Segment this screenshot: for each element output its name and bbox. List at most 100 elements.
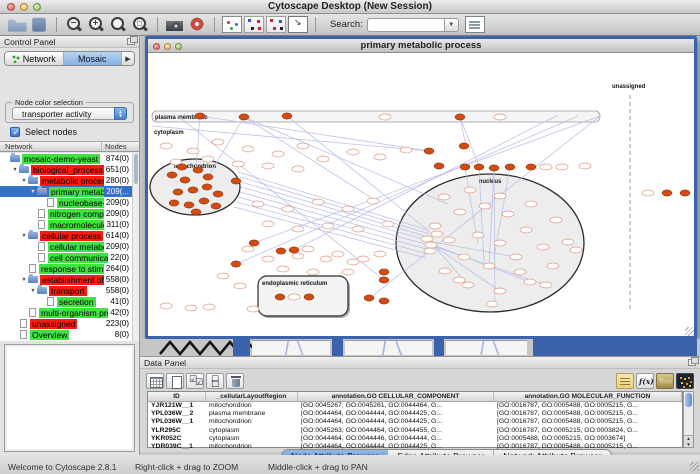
graph-node[interactable] — [547, 263, 559, 269]
graph-node[interactable] — [429, 223, 441, 229]
graph-node[interactable] — [570, 247, 582, 253]
graph-node[interactable] — [474, 164, 484, 170]
zoom-fit-icon[interactable] — [108, 16, 128, 33]
graph-node[interactable] — [524, 279, 536, 285]
zoom-selected-icon[interactable] — [130, 16, 150, 33]
merge-networks-icon[interactable] — [244, 16, 264, 33]
unselect-attributes-icon[interactable] — [206, 373, 224, 389]
close-button[interactable] — [7, 3, 15, 11]
zoom-icon[interactable] — [175, 43, 182, 50]
graph-node[interactable] — [462, 282, 474, 288]
graph-node[interactable] — [537, 244, 549, 250]
tree-column-nodes[interactable]: Nodes — [101, 142, 139, 151]
graph-node[interactable] — [486, 301, 498, 307]
graph-node[interactable] — [525, 201, 537, 207]
notes-icon[interactable] — [616, 373, 634, 389]
graph-node[interactable] — [282, 113, 292, 119]
graph-node[interactable] — [556, 164, 568, 170]
graph-node[interactable] — [502, 211, 514, 217]
graph-node[interactable] — [188, 187, 198, 193]
graph-node[interactable] — [312, 199, 324, 205]
float-panel-icon[interactable] — [688, 359, 696, 366]
column-header-cellularlayoutregion[interactable]: _cellularLayoutRegion — [206, 392, 298, 401]
graph-node[interactable] — [472, 232, 484, 238]
background-window-fragment[interactable] — [332, 339, 343, 356]
graph-node[interactable] — [347, 259, 359, 265]
select-nodes-checkbox[interactable] — [10, 127, 20, 137]
expand-arrow-icon[interactable]: ▼ — [29, 189, 37, 195]
merge-networks-alt-icon[interactable] — [266, 16, 286, 33]
graph-node[interactable] — [297, 143, 309, 149]
graph-node[interactable] — [453, 277, 465, 283]
graph-node[interactable] — [247, 306, 259, 312]
background-window-fragment[interactable] — [345, 340, 432, 355]
import-icon[interactable] — [656, 373, 674, 389]
color-attribute-dropdown[interactable]: transporter activity ▲▼ — [12, 107, 127, 120]
background-window-fragment[interactable] — [252, 340, 330, 355]
graph-node[interactable] — [514, 269, 526, 275]
graph-node[interactable] — [169, 200, 179, 206]
graph-node[interactable] — [322, 223, 334, 229]
tab-mosaic[interactable]: Mosaic — [64, 52, 123, 65]
graph-node[interactable] — [352, 226, 364, 232]
snapshot-icon[interactable] — [165, 16, 185, 33]
graph-node[interactable] — [454, 209, 466, 215]
tabs-overflow-arrow[interactable]: ▶ — [122, 52, 134, 65]
help-icon[interactable] — [187, 16, 207, 33]
graph-node[interactable] — [455, 114, 465, 120]
graph-node[interactable] — [239, 114, 249, 120]
graph-node[interactable] — [217, 273, 229, 279]
graph-node[interactable] — [211, 203, 221, 209]
graph-node[interactable] — [579, 163, 591, 169]
search-input[interactable] — [367, 18, 445, 32]
graph-node[interactable] — [505, 164, 515, 170]
graph-node[interactable] — [292, 166, 304, 172]
tree-row-cellular-process[interactable]: ▼cellular process614(0) — [0, 230, 139, 241]
graph-node[interactable] — [431, 231, 443, 237]
tree-row-cell-communicat[interactable]: cell communicat22(0) — [0, 252, 139, 263]
dropdown-stepper-icon[interactable]: ▲▼ — [114, 107, 127, 120]
graph-node[interactable] — [184, 202, 194, 208]
graph-node[interactable] — [662, 190, 672, 196]
graph-node[interactable] — [379, 114, 391, 120]
graph-node[interactable] — [438, 194, 450, 200]
tree-row-multi-organism-pro[interactable]: multi-organism pro42(0) — [0, 307, 139, 318]
graph-node[interactable] — [292, 226, 304, 232]
graph-node[interactable] — [292, 253, 304, 259]
graph-node[interactable] — [382, 221, 394, 227]
select-attributes-icon[interactable] — [186, 373, 204, 389]
graph-node[interactable] — [540, 164, 552, 170]
zoom-in-icon[interactable] — [86, 16, 106, 33]
tree-row-cellular-metabo[interactable]: cellular metabo209(0) — [0, 241, 139, 252]
graph-node[interactable] — [424, 248, 436, 254]
graph-node[interactable] — [374, 251, 386, 257]
graph-node[interactable] — [276, 248, 286, 254]
graph-node[interactable] — [160, 303, 172, 309]
delete-attribute-icon[interactable] — [226, 373, 244, 389]
graph-node[interactable] — [232, 161, 244, 167]
attribute-table-icon[interactable] — [146, 373, 164, 389]
tree-row-establishment-of-lo[interactable]: ▼establishment of lo558(0) — [0, 274, 139, 285]
graph-node[interactable] — [307, 269, 319, 275]
app-resize-grip[interactable] — [690, 462, 699, 471]
tree-row-primary-metabo[interactable]: ▼primary metabo209(... — [0, 186, 139, 197]
graph-node[interactable] — [203, 304, 215, 310]
window-resize-grip[interactable] — [685, 327, 694, 336]
graph-node[interactable] — [262, 221, 274, 227]
save-session-icon[interactable] — [29, 16, 49, 33]
graph-node[interactable] — [242, 146, 254, 152]
table-scrollbar-arrows[interactable]: ▲▼ — [684, 435, 693, 447]
graph-node[interactable] — [460, 164, 470, 170]
vizmapper-icon[interactable] — [222, 16, 242, 33]
table-scrollbar-thumb[interactable] — [685, 393, 692, 407]
table-scrollbar[interactable]: ▲▼ — [683, 391, 694, 448]
graph-node[interactable] — [540, 282, 552, 288]
tree-row-biological-process[interactable]: ▼biological_process651(0) — [0, 164, 139, 175]
graph-node[interactable] — [642, 190, 654, 196]
graph-node[interactable] — [342, 206, 354, 212]
table-row-yjr121w-1[interactable]: YJR121W__1mitochondrion[GO:0045267, GO:0… — [148, 402, 682, 410]
tree-row-overview[interactable]: Overview8(0) — [0, 329, 139, 340]
search-options-icon[interactable] — [465, 16, 485, 33]
function-icon[interactable] — [636, 373, 654, 389]
graph-node[interactable] — [494, 114, 506, 120]
